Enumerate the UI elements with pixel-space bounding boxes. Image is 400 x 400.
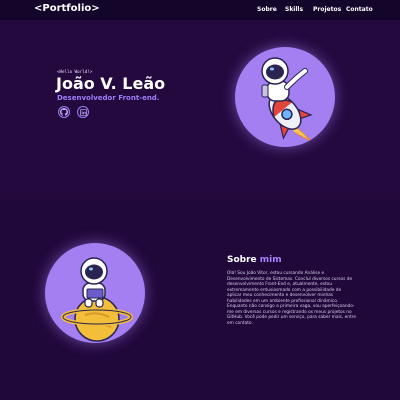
hero-role: Desenvolvedor Front-end.: [57, 94, 160, 102]
about-title-plain: Sobre: [227, 255, 260, 265]
about-title: Sobre mim: [227, 255, 282, 265]
logo[interactable]: <Portfolio>: [34, 3, 100, 14]
about-paragraph: Olá! Sou João Vitor, estou cursando Anál…: [227, 271, 356, 326]
nav-link-skills[interactable]: Skills: [285, 6, 313, 13]
nav-link-projetos[interactable]: Projetos: [313, 6, 346, 13]
github-icon: [60, 108, 68, 116]
hero-name: João V. Leão: [56, 74, 166, 93]
astronaut-planet-illustration: [61, 257, 133, 342]
astronaut-rocket-illustration: [261, 57, 315, 143]
about-title-highlight: mim: [259, 255, 282, 265]
top-navbar: <Portfolio> Sobre Skills Projetos Contat…: [0, 0, 400, 20]
nav-links: Sobre Skills Projetos Contato: [257, 6, 373, 13]
linkedin-icon: [79, 108, 87, 116]
about-illustration-circle: [45, 243, 145, 343]
linkedin-button[interactable]: [77, 106, 89, 118]
nav-link-contato[interactable]: Contato: [346, 6, 373, 13]
nav-link-sobre[interactable]: Sobre: [257, 6, 285, 13]
hero-illustration-circle: [235, 47, 335, 147]
github-button[interactable]: [58, 106, 70, 118]
